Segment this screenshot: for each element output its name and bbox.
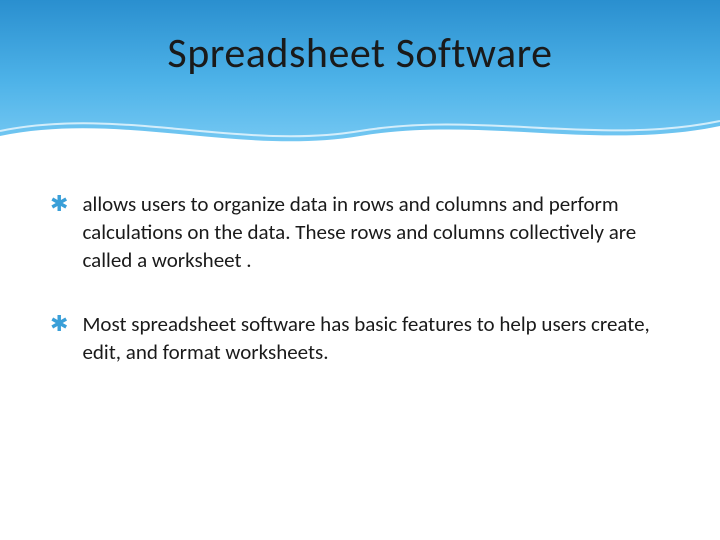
slide-content: ✱ allows users to organize data in rows … [0, 160, 720, 366]
slide-title: Spreadsheet Software [0, 28, 720, 79]
list-item: ✱ allows users to organize data in rows … [50, 190, 670, 274]
bullet-text: allows users to organize data in rows an… [82, 190, 670, 274]
asterisk-icon: ✱ [50, 190, 68, 218]
wave-decoration [0, 101, 720, 160]
bullet-text: Most spreadsheet software has basic feat… [82, 310, 670, 366]
slide-header: Spreadsheet Software [0, 0, 720, 160]
asterisk-icon: ✱ [50, 310, 68, 338]
list-item: ✱ Most spreadsheet software has basic fe… [50, 310, 670, 366]
